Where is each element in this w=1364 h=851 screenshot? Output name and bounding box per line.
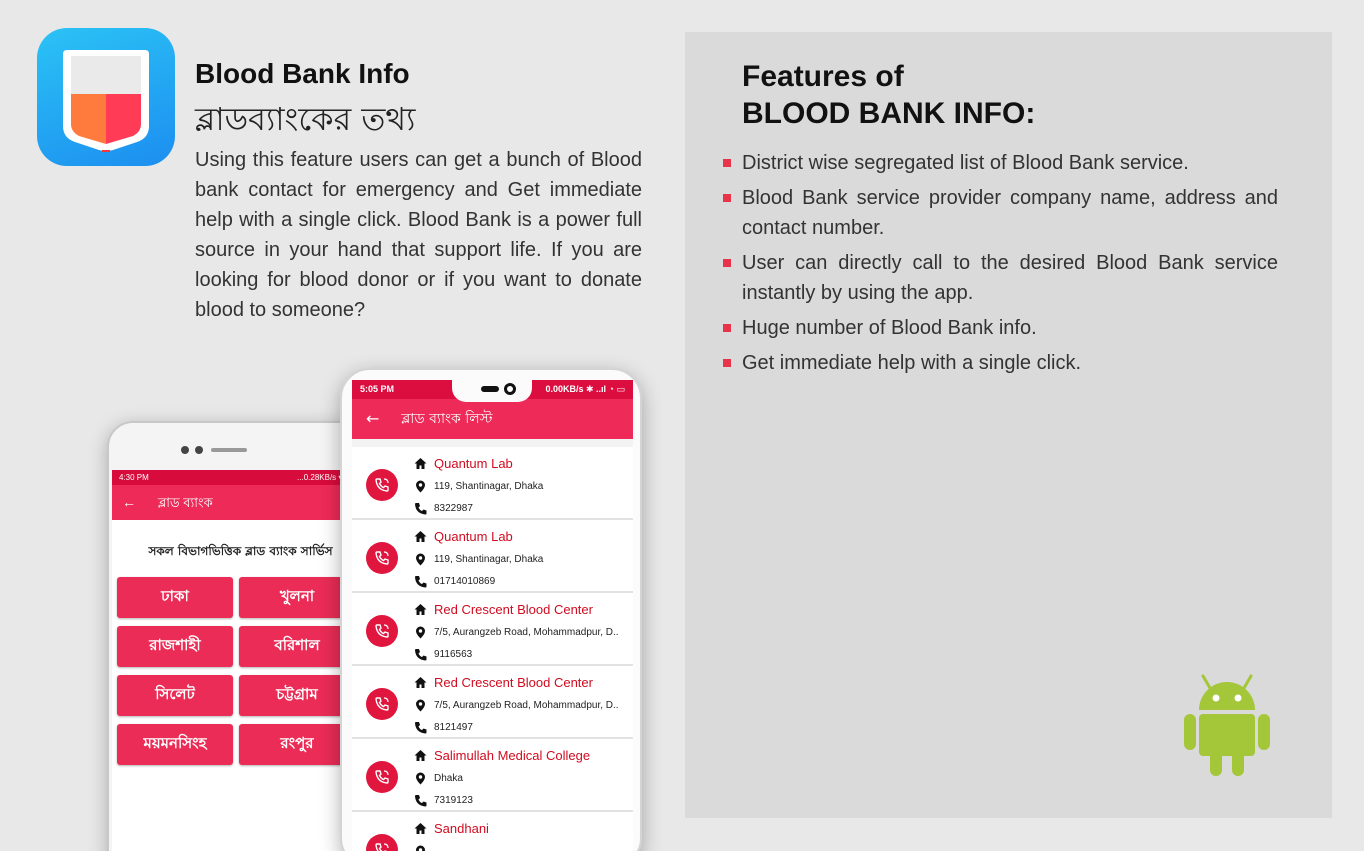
division-grid: ঢাকা খুলনা রাজশাহী বরিশাল সিলেট চট্টগ্রা… [112,577,365,765]
home-icon [414,750,427,761]
bank-phone: 9116563 [434,649,473,660]
front-phone-mockup: 5:05 PM 0.00KB/s ✱ ..ıl ◔ ▭ ← ব্লাড ব্যা… [340,368,642,851]
division-button-mymensingh[interactable]: ময়মনসিংহ [117,724,233,765]
back-phone-screen: 4:30 PM ...0.28KB/s ▾ ..ıl ⊙ ← ব্লাড ব্য… [112,470,365,851]
features-title-line1: Features of [742,60,904,93]
app-bar: ← ব্লাড ব্যাংক লিস্ট [352,399,633,439]
call-icon [375,697,389,711]
bullet-icon [723,359,731,367]
features-title-line2: BLOOD BANK INFO: [742,97,1036,130]
location-pin-icon [416,845,425,851]
bank-address: Dhaka [434,773,463,784]
location-pin-icon [416,699,425,712]
feature-list: District wise segregated list of Blood B… [723,148,1278,383]
app-bar-title: ব্লাড ব্যাংক লিস্ট [401,411,493,427]
call-icon [375,770,389,784]
feature-item: Huge number of Blood Bank info. [723,313,1278,343]
division-button-chattogram[interactable]: চট্টগ্রাম [239,675,355,716]
call-icon [375,551,389,565]
bullet-icon [723,259,731,267]
bank-phone: 8322987 [434,503,473,514]
back-arrow-icon[interactable]: ← [122,485,136,520]
app-bar: ← ব্লাড ব্যাংক [112,485,365,520]
bank-name: Red Crescent Blood Center [434,675,593,690]
division-button-rajshahi[interactable]: রাজশাহী [117,626,233,667]
location-pin-icon [416,480,425,493]
bank-name: Salimullah Medical College [434,748,591,763]
home-icon [414,677,427,688]
back-arrow-icon[interactable]: ← [366,399,379,439]
call-button[interactable] [366,688,398,720]
phone-notch [452,380,532,402]
location-pin-icon [416,626,425,639]
feature-item: User can directly call to the desired Bl… [723,248,1278,308]
info-description: Using this feature users can get a bunch… [195,149,642,321]
blood-bank-card[interactable]: Quantum Lab 119, Shantinagar, Dhaka 8322… [352,447,633,520]
bank-address: 119, Shantinagar, Dhaka [434,554,544,565]
location-pin-icon [416,553,425,566]
features-title: Features of BLOOD BANK INFO: [742,58,1035,132]
bank-name: Red Crescent Blood Center [434,602,593,617]
location-pin-icon [416,772,425,785]
bank-name: Sandhani [434,821,489,836]
bank-address: 7/5, Aurangzeb Road, Mohammadpur, D.. [434,627,619,638]
blood-bank-card[interactable]: Red Crescent Blood Center 7/5, Aurangzeb… [352,593,633,666]
info-title: Blood Bank Info [195,58,410,89]
call-button[interactable] [366,469,398,501]
bank-address: 7/5, Aurangzeb Road, Mohammadpur, D.. [434,700,619,711]
call-button[interactable] [366,542,398,574]
call-button[interactable] [366,834,398,851]
status-bar: 4:30 PM ...0.28KB/s ▾ ..ıl ⊙ [112,470,365,485]
phone-icon [415,576,427,588]
phone-icon [415,503,427,515]
bank-name: Quantum Lab [434,529,513,544]
call-icon [375,624,389,638]
notch-speaker [481,386,499,392]
app-icon [37,28,175,166]
phone-speaker [181,446,247,454]
back-phone-mockup: 4:30 PM ...0.28KB/s ▾ ..ıl ⊙ ← ব্লাড ব্য… [107,421,367,851]
front-phone-screen: 5:05 PM 0.00KB/s ✱ ..ıl ◔ ▭ ← ব্লাড ব্যা… [352,380,633,851]
division-button-khulna[interactable]: খুলনা [239,577,355,618]
call-icon [375,478,389,492]
bank-phone: 01714010869 [434,576,496,587]
division-button-dhaka[interactable]: ঢাকা [117,577,233,618]
blood-bank-card[interactable]: Salimullah Medical College Dhaka 7319123 [352,739,633,812]
home-icon [414,823,427,834]
call-button[interactable] [366,761,398,793]
home-icon [414,531,427,542]
phone-icon [415,722,427,734]
division-button-rangpur[interactable]: রংপুর [239,724,355,765]
notch-camera [504,383,516,395]
division-button-barishal[interactable]: বরিশাল [239,626,355,667]
phone-icon [415,649,427,661]
home-icon [414,458,427,469]
division-button-sylhet[interactable]: সিলেট [117,675,233,716]
division-heading: সকল বিভাগভিত্তিক ব্লাড ব্যাংক সার্ভিস [148,544,333,558]
feature-item: Blood Bank service provider company name… [723,183,1278,243]
blood-bank-card[interactable]: Quantum Lab 119, Shantinagar, Dhaka 0171… [352,520,633,593]
blood-bank-card[interactable]: Red Crescent Blood Center 7/5, Aurangzeb… [352,666,633,739]
call-button[interactable] [366,615,398,647]
phone-icon [415,795,427,807]
feature-item: District wise segregated list of Blood B… [723,148,1278,178]
bullet-icon [723,194,731,202]
features-panel: Features of BLOOD BANK INFO: District wi… [685,32,1332,818]
bullet-icon [723,324,731,332]
home-icon [414,604,427,615]
bullet-icon [723,159,731,167]
blood-bank-list: Quantum Lab 119, Shantinagar, Dhaka 8322… [352,447,633,851]
android-logo-icon [1184,674,1270,776]
bank-phone: 7319123 [434,795,473,806]
bank-name: Quantum Lab [434,456,513,471]
blood-bank-card[interactable]: Sandhani [352,812,633,851]
bank-phone: 8121497 [434,722,473,733]
info-subtitle: ব্লাডব্যাংকের তথ্য [195,100,416,138]
app-bar-title: ব্লাড ব্যাংক [158,495,213,510]
feature-item: Get immediate help with a single click. [723,348,1278,378]
bank-address: 119, Shantinagar, Dhaka [434,481,544,492]
blood-bag-icon [63,50,149,152]
call-icon [375,843,389,851]
